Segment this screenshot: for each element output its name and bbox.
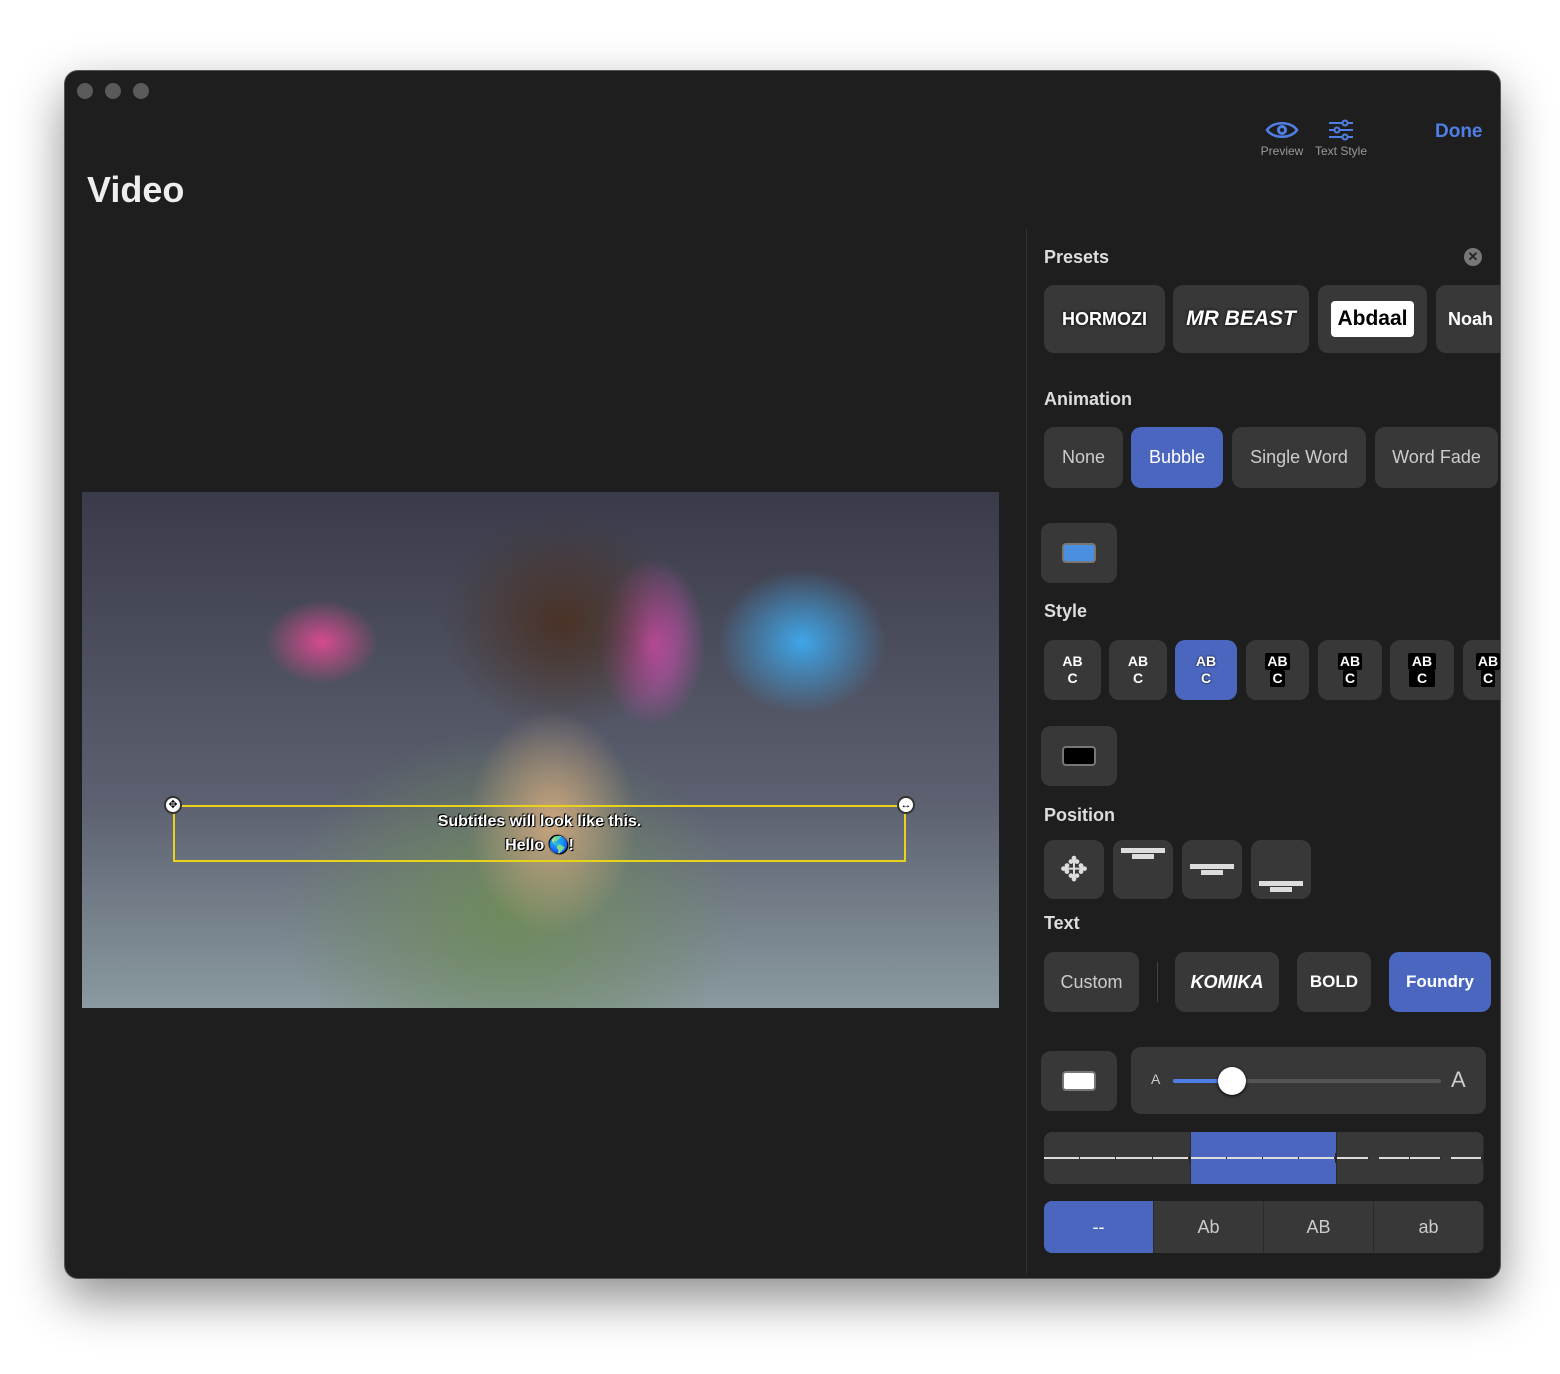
move-arrows-icon: ✥	[1059, 850, 1089, 889]
case-upper[interactable]: AB	[1264, 1201, 1374, 1253]
font-bold[interactable]: BOLD	[1297, 952, 1371, 1012]
preset-noah[interactable]: Noah	[1436, 285, 1500, 353]
align-bottom-icon	[1259, 881, 1303, 893]
font-size-slider[interactable]	[1173, 1067, 1441, 1095]
preset-hormozi[interactable]: HORMOZI	[1044, 285, 1165, 353]
preset-abdaal[interactable]: Abdaal	[1318, 285, 1427, 353]
text-style-panel: Presets ✕ HORMOZI MR BEAST Abdaal Noah A…	[1026, 229, 1500, 1274]
style-option-6[interactable]: AB C	[1390, 640, 1454, 700]
align-center-button[interactable]	[1190, 1132, 1338, 1184]
align-middle-icon	[1190, 863, 1234, 876]
align-top-icon	[1121, 848, 1165, 860]
style-sample-top: AB	[1475, 653, 1500, 670]
size-large-label: A	[1451, 1067, 1466, 1092]
position-middle[interactable]	[1182, 840, 1242, 899]
style-option-3[interactable]: AB C	[1175, 640, 1237, 700]
close-panel-icon[interactable]: ✕	[1464, 248, 1482, 266]
case-lower[interactable]: ab	[1374, 1201, 1484, 1253]
font-komika[interactable]: KOMIKA	[1175, 952, 1279, 1012]
style-sample-bottom: C	[1132, 670, 1144, 686]
video-preview: Subtitles will look like this. Hello 🌎! …	[82, 492, 999, 1008]
preview-label: Preview	[1260, 144, 1304, 158]
animation-none[interactable]: None	[1044, 427, 1123, 488]
slider-thumb[interactable]	[1217, 1067, 1246, 1095]
text-style-label: Text Style	[1314, 144, 1368, 158]
style-sample-top: AB	[1407, 653, 1437, 670]
eye-icon	[1265, 122, 1299, 138]
close-window-button[interactable]	[77, 83, 93, 99]
size-small-label: A	[1151, 1071, 1161, 1087]
color-swatch-icon	[1062, 543, 1096, 563]
subtitle-line-1: Subtitles will look like this.	[437, 813, 642, 830]
align-left-icon	[1044, 1153, 1190, 1163]
style-option-5[interactable]: AB C	[1318, 640, 1382, 700]
position-bottom[interactable]	[1251, 840, 1311, 899]
zoom-window-button[interactable]	[133, 83, 149, 99]
style-sample-bottom: C	[1200, 670, 1212, 686]
style-sample-top: AB	[1062, 653, 1083, 669]
position-heading: Position	[1044, 805, 1115, 825]
done-button[interactable]: Done	[1435, 121, 1483, 143]
animation-heading: Animation	[1044, 389, 1132, 409]
preview-button[interactable]: Preview	[1257, 119, 1307, 158]
align-left-button[interactable]	[1044, 1132, 1191, 1184]
subtitle-bounding-box[interactable]: Subtitles will look like this. Hello 🌎!	[173, 805, 906, 862]
animation-single-word[interactable]: Single Word	[1232, 427, 1366, 488]
sliders-icon	[1329, 119, 1353, 141]
align-right-button[interactable]	[1337, 1132, 1484, 1184]
animation-word-fade[interactable]: Word Fade	[1375, 427, 1498, 488]
style-option-7[interactable]: AB C	[1463, 640, 1500, 700]
divider	[1157, 962, 1158, 1002]
case-title[interactable]: Ab	[1154, 1201, 1264, 1253]
style-sample-top: AB	[1195, 653, 1217, 669]
alignment-control	[1044, 1132, 1484, 1184]
text-heading: Text	[1044, 913, 1080, 933]
style-sample-bottom: C	[1270, 670, 1285, 687]
font-foundry[interactable]: Foundry	[1389, 952, 1491, 1012]
presets-heading: Presets	[1044, 247, 1110, 267]
resize-handle-icon[interactable]: ↔	[897, 796, 915, 814]
minimize-window-button[interactable]	[105, 83, 121, 99]
position-free-move[interactable]: ✥	[1044, 840, 1104, 899]
text-style-button[interactable]: Text Style	[1311, 119, 1371, 158]
page-title: Video	[87, 169, 185, 210]
subtitle-line-2: Hello 🌎!	[505, 837, 574, 854]
preset-mr-beast[interactable]: MR BEAST	[1173, 285, 1309, 353]
style-sample-top: AB	[1337, 653, 1363, 670]
case-control: -- Ab AB ab	[1044, 1201, 1484, 1253]
style-option-4[interactable]: AB C	[1246, 640, 1309, 700]
style-sample-bottom: C	[1342, 670, 1358, 687]
style-heading: Style	[1044, 601, 1088, 621]
text-color-picker[interactable]	[1041, 1051, 1117, 1111]
color-swatch-icon	[1062, 1071, 1096, 1091]
style-sample-top: AB	[1265, 653, 1290, 670]
style-sample-bottom: C	[1067, 670, 1078, 686]
style-option-2[interactable]: AB C	[1109, 640, 1167, 700]
animation-color-picker[interactable]	[1041, 523, 1117, 583]
font-custom[interactable]: Custom	[1044, 952, 1139, 1012]
color-swatch-icon	[1062, 746, 1096, 766]
animation-bubble[interactable]: Bubble	[1131, 427, 1223, 488]
position-top[interactable]	[1113, 840, 1173, 899]
app-window: Video Preview Text Style Done Subtitles …	[64, 70, 1501, 1279]
font-size-control: A A	[1131, 1047, 1486, 1114]
move-handle-icon[interactable]: ✥	[164, 796, 182, 814]
style-sample-bottom: C	[1408, 670, 1436, 687]
case-none[interactable]: --	[1044, 1201, 1154, 1253]
style-sample-bottom: C	[1480, 670, 1496, 687]
style-sample-top: AB	[1127, 653, 1149, 669]
preset-abdaal-label: Abdaal	[1331, 301, 1414, 337]
style-color-picker[interactable]	[1041, 726, 1117, 786]
align-right-icon	[1337, 1153, 1484, 1163]
align-center-icon	[1190, 1153, 1337, 1163]
style-option-1[interactable]: AB C	[1044, 640, 1101, 700]
